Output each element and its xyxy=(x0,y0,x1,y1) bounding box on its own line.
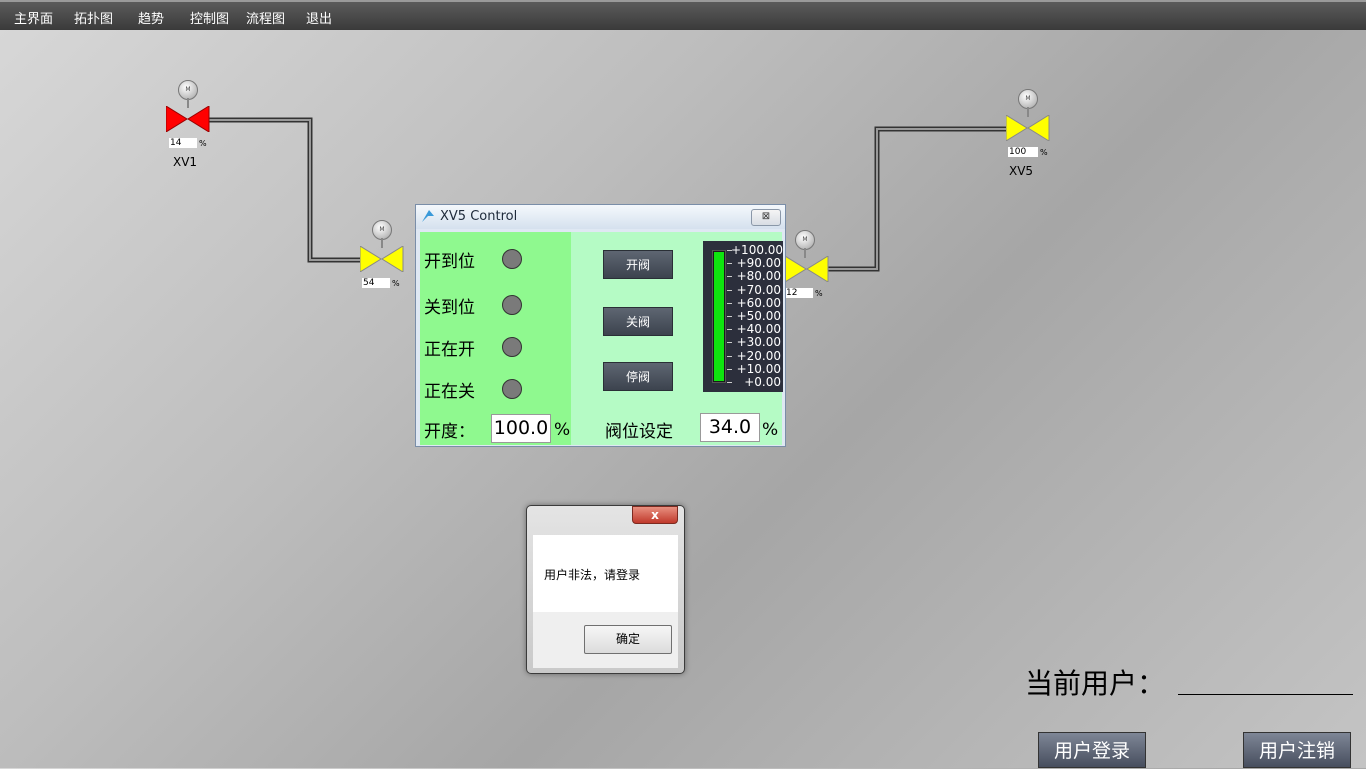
gauge-tick-mark xyxy=(727,289,732,291)
actuator-icon: M xyxy=(372,220,392,240)
message-dialog: x 用户非法，请登录 确定 xyxy=(526,505,685,674)
gauge-tick-label: +100.00 xyxy=(731,243,784,257)
close-valve-button[interactable]: 关阀 xyxy=(603,307,673,336)
valve-right[interactable]: M 12% xyxy=(785,230,829,302)
actuator-icon: M xyxy=(1018,89,1038,109)
gauge-tick-mark xyxy=(727,342,732,344)
valve-body-icon xyxy=(166,106,210,132)
xv5-control-window: XV5 Control ⊠ 开到位 关到位 正在开 正在关 开度： 100.0 … xyxy=(415,204,786,447)
status-closed-limit-label: 关到位 xyxy=(424,298,475,318)
gauge-tick-mark xyxy=(727,329,732,331)
xv1-percent: 14% xyxy=(169,138,207,148)
opening-degree-unit: % xyxy=(554,420,571,440)
control-close-button[interactable]: ⊠ xyxy=(751,209,781,226)
command-panel: 开阀 关阀 停阀 +100.00 +90.00 +80.00 +70.00 +60.00… xyxy=(571,232,783,445)
gauge-tick-label: +10.00 xyxy=(736,361,781,376)
gauge-fill xyxy=(714,252,724,381)
current-user-field xyxy=(1178,694,1353,695)
middle-valve-percent: 54% xyxy=(362,278,400,288)
open-limit-led-icon xyxy=(502,249,522,269)
status-opening-label: 正在开 xyxy=(424,340,475,360)
gauge-tick-label: +50.00 xyxy=(736,309,781,323)
dialog-footer: 确定 xyxy=(533,612,678,668)
control-title: XV5 Control xyxy=(440,209,518,224)
status-open-limit-label: 开到位 xyxy=(424,252,475,272)
opening-degree-value: 100.0 xyxy=(491,414,551,443)
xv5-percent: 100% xyxy=(1008,147,1048,157)
gauge-tick-mark xyxy=(727,250,732,251)
valve-xv1[interactable]: M 14% XV1 xyxy=(166,80,210,170)
valve-middle[interactable]: M 54% xyxy=(360,220,404,292)
stop-valve-button[interactable]: 停阀 xyxy=(603,362,673,391)
valve-body-icon xyxy=(785,256,829,282)
app-icon xyxy=(422,210,434,222)
xv5-label: XV5 xyxy=(1009,164,1034,178)
opening-led-icon xyxy=(502,337,522,357)
gauge-tick-label: +30.00 xyxy=(736,335,781,350)
gauge-tick-mark xyxy=(727,368,732,370)
open-valve-button[interactable]: 开阀 xyxy=(603,250,673,279)
gauge-tick-label: +60.00 xyxy=(736,295,781,310)
status-closing-label: 正在关 xyxy=(424,382,475,402)
actuator-icon: M xyxy=(795,230,815,250)
current-user-label: 当前用户： xyxy=(1025,667,1166,700)
gauge-tick-label: +70.00 xyxy=(736,282,781,297)
status-panel: 开到位 关到位 正在开 正在关 开度： 100.0 % xyxy=(420,232,571,445)
control-title-bar[interactable]: XV5 Control ⊠ xyxy=(416,205,785,229)
gauge-tick-mark xyxy=(727,276,732,278)
gauge-tick-label: +40.00 xyxy=(736,322,781,337)
gauge-tick-mark xyxy=(727,263,732,265)
gauge-tick-mark xyxy=(727,316,732,317)
gauge-tick-label: +20.00 xyxy=(736,348,781,363)
logout-button[interactable]: 用户注销 xyxy=(1243,732,1351,768)
closed-limit-led-icon xyxy=(502,295,522,315)
gauge-tick-mark xyxy=(727,302,732,304)
actuator-icon: M xyxy=(178,80,198,100)
gauge-tick-mark xyxy=(727,355,732,357)
login-button[interactable]: 用户登录 xyxy=(1038,732,1146,768)
setpoint-unit: % xyxy=(762,420,779,440)
gauge-track xyxy=(712,250,726,383)
gauge-tick-mark xyxy=(727,382,732,383)
opening-gauge: +100.00 +90.00 +80.00 +70.00 +60.00 +50.00 +40… xyxy=(703,241,783,392)
valve-body-icon xyxy=(1006,115,1050,141)
dialog-close-button[interactable]: x xyxy=(632,506,678,524)
gauge-tick-label: +90.00 xyxy=(736,256,781,271)
valve-body-icon xyxy=(360,246,404,272)
dialog-ok-button[interactable]: 确定 xyxy=(584,625,672,654)
gauge-tick-label: +0.00 xyxy=(744,375,781,389)
gauge-tick-label: +80.00 xyxy=(736,269,781,284)
closing-led-icon xyxy=(502,379,522,399)
opening-degree-label: 开度： xyxy=(424,422,475,442)
setpoint-label: 阀位设定 xyxy=(605,422,673,442)
setpoint-input[interactable]: 34.0 xyxy=(700,413,760,442)
dialog-body: 用户非法，请登录 xyxy=(533,535,678,612)
xv1-label: XV1 xyxy=(173,155,198,169)
right-valve-percent: 12% xyxy=(785,288,823,298)
valve-xv5[interactable]: M 100% XV5 xyxy=(1006,89,1050,181)
dialog-message: 用户非法，请登录 xyxy=(544,568,641,582)
